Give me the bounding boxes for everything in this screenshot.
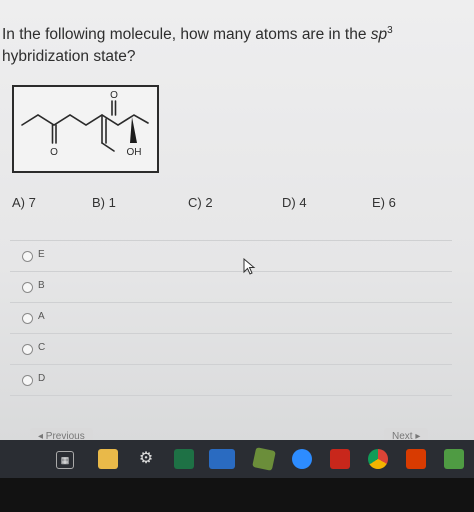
ketone-oxygen-1: O (50, 147, 58, 158)
ketone-oxygen-2: O (110, 90, 118, 101)
carbon-chain (21, 114, 149, 126)
answer-label: A (38, 311, 45, 322)
chrome-icon[interactable] (368, 449, 388, 469)
hydroxyl-label: OH (127, 147, 142, 158)
answer-options: E B A C D (10, 240, 452, 396)
answer-label: C (38, 342, 46, 353)
browser-content: In the following molecule, how many atom… (0, 0, 474, 446)
radio-button[interactable] (22, 344, 33, 355)
vinyl-bond-c (101, 142, 115, 152)
answer-option-d[interactable]: D (10, 364, 452, 396)
monitor-bezel (0, 478, 474, 512)
outlook-icon[interactable] (209, 449, 235, 469)
task-view-icon[interactable]: ▦ (56, 451, 74, 469)
question-suffix: hybridization state? (2, 48, 136, 66)
excel-icon[interactable] (174, 449, 194, 469)
question-sup: 3 (387, 25, 393, 36)
acrobat-icon[interactable] (330, 449, 350, 469)
radio-button[interactable] (22, 375, 33, 386)
answer-option-b[interactable]: B (10, 271, 452, 302)
molecule-figure: O O OH (12, 85, 159, 173)
choice-a: A) 7 (12, 195, 36, 210)
answer-option-c[interactable]: C (10, 333, 452, 364)
answer-label: E (38, 249, 45, 260)
choice-b: B) 1 (92, 195, 116, 210)
notes-icon[interactable] (252, 447, 276, 471)
zoom-icon[interactable] (292, 449, 312, 469)
choice-e: E) 6 (372, 195, 396, 210)
radio-button[interactable] (22, 313, 33, 324)
radio-button[interactable] (22, 282, 33, 293)
answer-option-a[interactable]: A (10, 302, 452, 333)
question-prefix: In the following molecule, how many atom… (2, 26, 371, 44)
mouse-cursor-icon (243, 258, 256, 275)
choice-d: D) 4 (282, 195, 307, 210)
answer-choices: A) 7 B) 1 C) 2 D) 4 E) 6 (0, 195, 474, 215)
wedge-bond (130, 117, 137, 143)
file-explorer-icon[interactable] (98, 449, 118, 469)
answer-option-e[interactable]: E (10, 240, 452, 271)
taskbar: ▦ ⚙ (0, 440, 474, 478)
molecule-structure: O O OH (21, 90, 149, 158)
question-sp: sp (370, 26, 388, 44)
question-text: In the following molecule, how many atom… (2, 20, 470, 68)
answer-label: D (38, 373, 46, 384)
settings-icon[interactable]: ⚙ (136, 449, 156, 469)
radio-button[interactable] (22, 251, 33, 262)
messages-icon[interactable] (444, 449, 464, 469)
choice-c: C) 2 (188, 195, 213, 210)
answer-label: B (38, 280, 45, 291)
office-icon[interactable] (406, 449, 426, 469)
